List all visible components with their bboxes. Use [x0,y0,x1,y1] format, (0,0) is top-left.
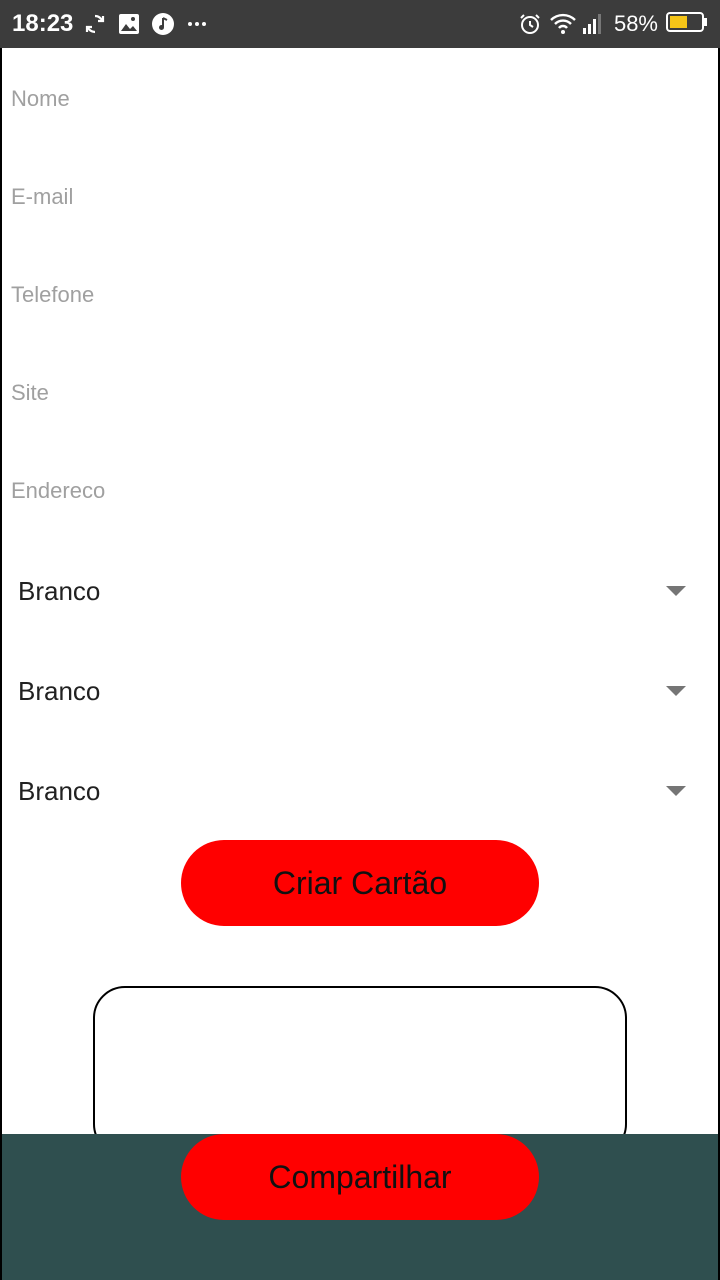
status-bar-left: 18:23 [12,10,209,38]
criar-cartao-button[interactable]: Criar Cartão [181,840,539,926]
site-input[interactable] [11,373,701,413]
battery-percent: 58% [613,11,658,36]
spinner-selected-label: Branco [18,575,101,606]
telefone-input[interactable] [11,275,701,315]
status-time: 18:23 [12,10,74,37]
card-preview [93,986,627,1156]
color-spinner-3[interactable]: Branco [18,761,686,821]
color-spinner-1[interactable]: Branco [18,561,686,621]
spinner-selected-label: Branco [18,675,101,706]
dropdown-arrow-icon [666,786,686,796]
dropdown-arrow-icon [666,686,686,696]
signal-icon [582,12,606,36]
sync-icon [83,12,107,36]
status-bar: 18:23 58% [0,0,720,48]
wifi-icon [550,12,576,36]
dropdown-arrow-icon [666,586,686,596]
nome-input[interactable] [11,79,701,119]
compartilhar-button[interactable]: Compartilhar [181,1134,539,1220]
endereco-input[interactable] [11,471,701,511]
battery-icon [666,11,708,38]
music-icon [151,12,175,36]
image-icon [117,12,141,36]
more-icon [185,12,209,36]
color-spinner-2[interactable]: Branco [18,661,686,721]
email-input[interactable] [11,177,701,217]
alarm-icon [518,12,542,36]
status-bar-right: 58% [518,11,708,38]
spinner-selected-label: Branco [18,775,101,806]
